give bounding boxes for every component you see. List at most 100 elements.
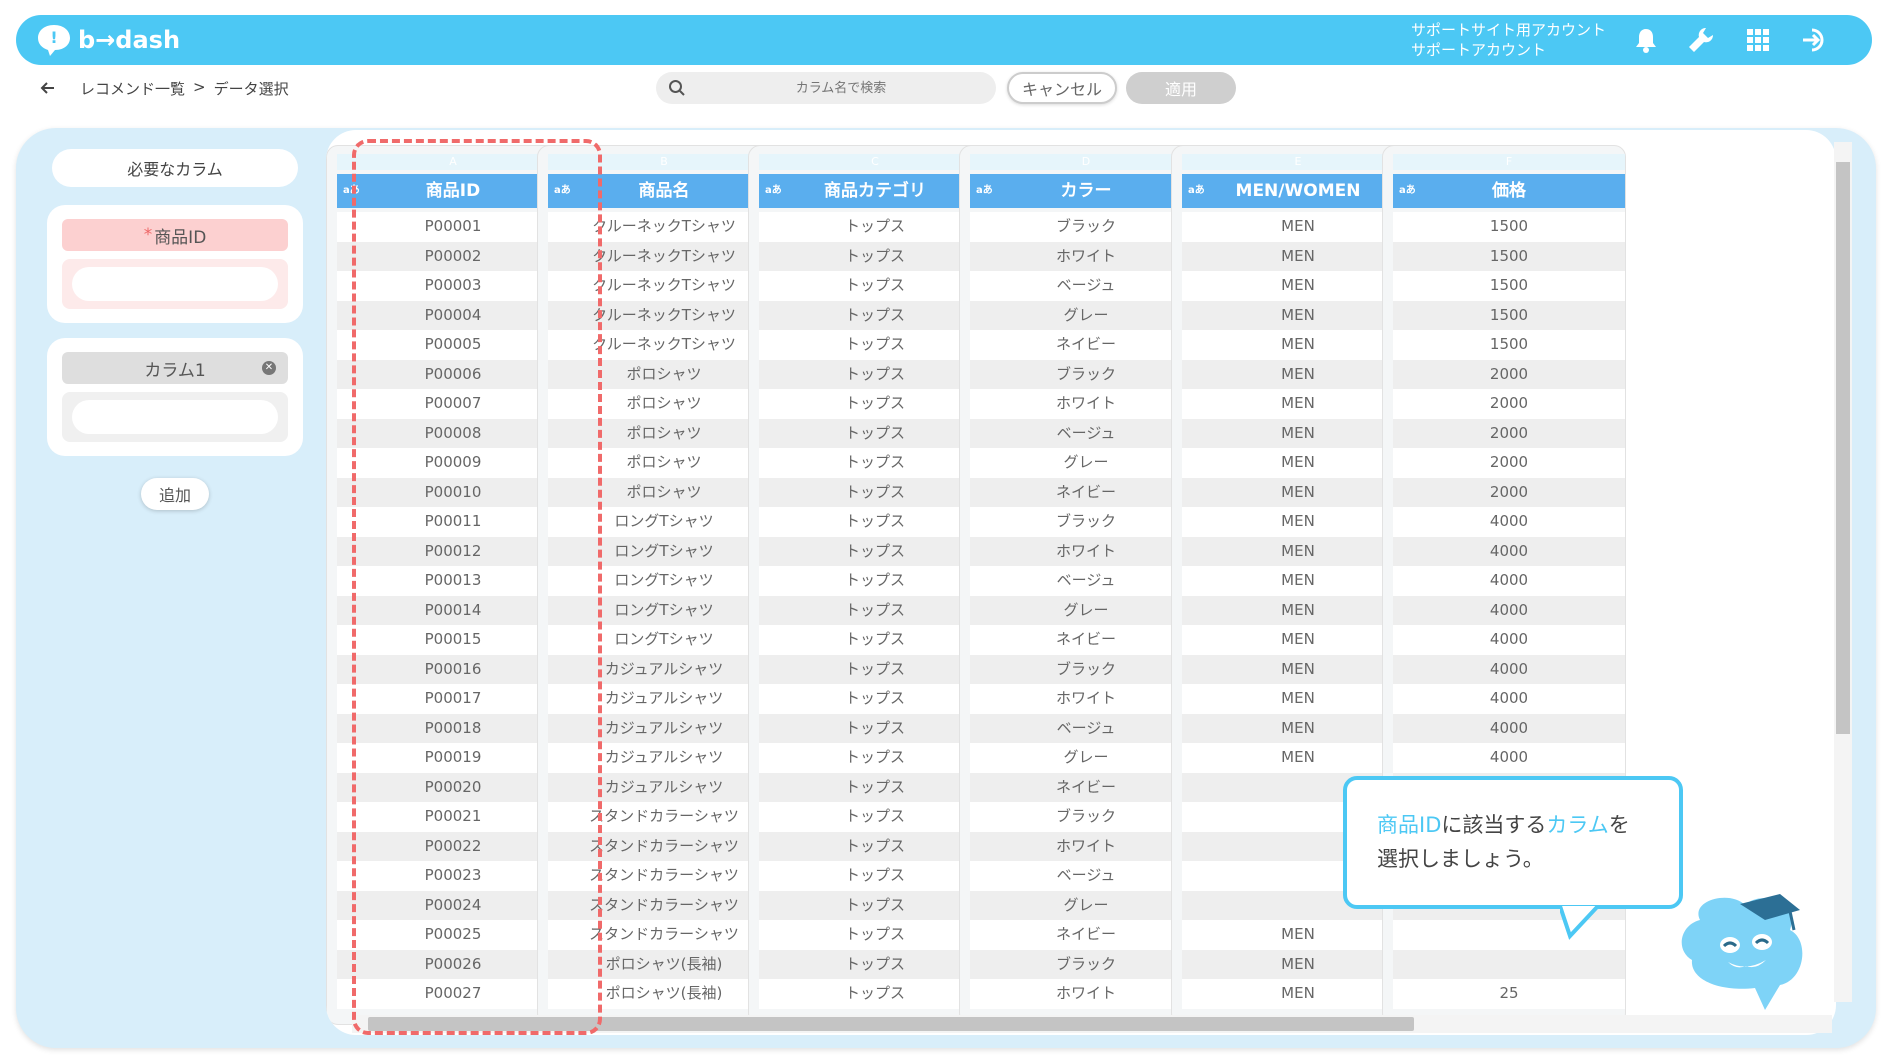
table-cell: MEN <box>1182 507 1414 537</box>
grid-icon[interactable] <box>1743 25 1773 55</box>
table-cell: トップス <box>759 890 991 920</box>
table-cell: MEN <box>1182 418 1414 448</box>
table-cell: P00018 <box>337 713 569 743</box>
table-cell: ブラック <box>970 949 1202 979</box>
table-cell: ベージュ <box>970 271 1202 301</box>
breadcrumb-recommend-list[interactable]: レコメンド一覧 <box>80 78 185 99</box>
table-cell: 2000 <box>1393 359 1625 389</box>
text-type-icon: aあ <box>343 185 360 196</box>
table-cell: ネイビー <box>970 330 1202 360</box>
logo-text: b→dash <box>78 26 181 54</box>
required-column-card: * 商品ID <box>47 205 303 323</box>
column-header[interactable]: aあ カラー <box>970 174 1202 208</box>
table-cell: P00017 <box>337 684 569 714</box>
table-cell: 1500 <box>1393 330 1625 360</box>
table-cell: ロングTシャツ <box>548 507 780 537</box>
table-cell: トップス <box>759 241 991 271</box>
column-1-slot[interactable] <box>72 400 278 434</box>
table-cell: トップス <box>759 743 991 773</box>
table-column-d[interactable]: Daあ カラー ブラック ホワイト ベージュ グレー ネイビー ブラック ホワイト ベージュ グレー… <box>959 145 1203 1025</box>
table-cell: カジュアルシャツ <box>548 684 780 714</box>
table-cell: グレー <box>970 743 1202 773</box>
table-cell: ポロシャツ <box>548 418 780 448</box>
column-header[interactable]: aあ 商品ID <box>337 174 569 208</box>
table-cell: トップス <box>759 654 991 684</box>
clear-icon[interactable]: ✕ <box>262 361 276 375</box>
column-header[interactable]: aあ MEN/WOMEN <box>1182 174 1414 208</box>
table-cell: P00023 <box>337 861 569 891</box>
bell-icon[interactable] <box>1631 25 1661 55</box>
search-input[interactable] <box>696 72 986 104</box>
table-cell: ネイビー <box>970 772 1202 802</box>
table-cell: P00013 <box>337 566 569 596</box>
table-cell: ロングTシャツ <box>548 625 780 655</box>
search-box[interactable] <box>656 72 996 104</box>
account-info[interactable]: サポートサイト用アカウント サポートアカウント <box>1411 20 1606 60</box>
column-letter: A <box>337 154 569 170</box>
table-cell: トップス <box>759 949 991 979</box>
required-column-drop-area[interactable] <box>62 259 288 309</box>
column-1-drop-area[interactable] <box>62 392 288 442</box>
table-cell: P00007 <box>337 389 569 419</box>
tooltip-tail <box>1560 906 1600 940</box>
apply-button[interactable]: 適用 <box>1126 72 1236 104</box>
column-header-label: 商品ID <box>425 181 481 201</box>
table-cell: トップス <box>759 536 991 566</box>
tooltip-line-2: 選択しましょう。 <box>1377 847 1544 871</box>
table-column-c[interactable]: Caあ 商品カテゴリ トップス トップス トップス トップス トップス トップス トップス トップ… <box>748 145 992 1025</box>
text-type-icon: aあ <box>554 185 571 196</box>
table-cell: ロングTシャツ <box>548 566 780 596</box>
table-cell: スタンドカラーシャツ <box>548 920 780 950</box>
back-arrow-icon[interactable] <box>38 78 58 98</box>
table-cell: P00008 <box>337 418 569 448</box>
column-header[interactable]: aあ 商品名 <box>548 174 780 208</box>
horizontal-scroll-thumb[interactable] <box>368 1017 1414 1031</box>
logo[interactable]: ! b→dash <box>36 23 180 57</box>
vertical-scroll-thumb[interactable] <box>1836 162 1850 734</box>
table-cell: P00001 <box>337 212 569 242</box>
table-cell: MEN <box>1182 212 1414 242</box>
column-header[interactable]: aあ 価格 <box>1393 174 1625 208</box>
table-cell: ネイビー <box>970 920 1202 950</box>
horizontal-scrollbar[interactable] <box>352 1015 1832 1033</box>
table-cell: ロングTシャツ <box>548 536 780 566</box>
table-cell: P00015 <box>337 625 569 655</box>
table-cell: MEN <box>1182 595 1414 625</box>
table-cell: トップス <box>759 448 991 478</box>
table-cell: P00012 <box>337 536 569 566</box>
table-cell: 2000 <box>1393 477 1625 507</box>
table-cell: カジュアルシャツ <box>548 772 780 802</box>
table-cell: 4000 <box>1393 507 1625 537</box>
tooltip-text-b: を <box>1608 813 1630 837</box>
add-column-button[interactable]: 追加 <box>141 478 209 510</box>
table-cell: 1500 <box>1393 271 1625 301</box>
required-column-slot[interactable] <box>72 267 278 301</box>
table-cell: ポロシャツ(長袖) <box>548 949 780 979</box>
text-type-icon: aあ <box>765 185 782 196</box>
column-header-label: 商品カテゴリ <box>824 181 926 201</box>
table-cell: カジュアルシャツ <box>548 743 780 773</box>
table-cell <box>1393 949 1625 979</box>
column-cells: ブラック ホワイト ベージュ グレー ネイビー ブラック ホワイト ベージュ グレー ネイビー ブラ… <box>970 212 1202 1009</box>
logout-icon[interactable] <box>1800 25 1830 55</box>
table-cell: MEN <box>1182 536 1414 566</box>
table-column-b[interactable]: Baあ 商品名 クルーネックTシャツ クルーネックTシャツ クルーネックTシャツ クルーネ… <box>537 145 781 1025</box>
vertical-scrollbar[interactable] <box>1834 142 1852 1002</box>
table-cell: トップス <box>759 330 991 360</box>
table-cell: トップス <box>759 920 991 950</box>
cancel-button[interactable]: キャンセル <box>1007 72 1117 104</box>
table-cell: クルーネックTシャツ <box>548 241 780 271</box>
table-cell: スタンドカラーシャツ <box>548 802 780 832</box>
table-column-a[interactable]: Aaあ 商品ID P00001 P00002 P00003 P00004 P00005 P00… <box>326 145 570 1025</box>
table-cell: ホワイト <box>970 536 1202 566</box>
wrench-icon[interactable] <box>1686 25 1716 55</box>
column-header[interactable]: aあ 商品カテゴリ <box>759 174 991 208</box>
table-cell: MEN <box>1182 448 1414 478</box>
table-cell: ホワイト <box>970 241 1202 271</box>
table-cell: 4000 <box>1393 654 1625 684</box>
table-cell: トップス <box>759 389 991 419</box>
column-letter: E <box>1182 154 1414 170</box>
table-cell: カジュアルシャツ <box>548 654 780 684</box>
table-cell: ブラック <box>970 654 1202 684</box>
guide-tooltip: 商品IDに該当するカラムを 選択しましょう。 <box>1343 776 1683 909</box>
